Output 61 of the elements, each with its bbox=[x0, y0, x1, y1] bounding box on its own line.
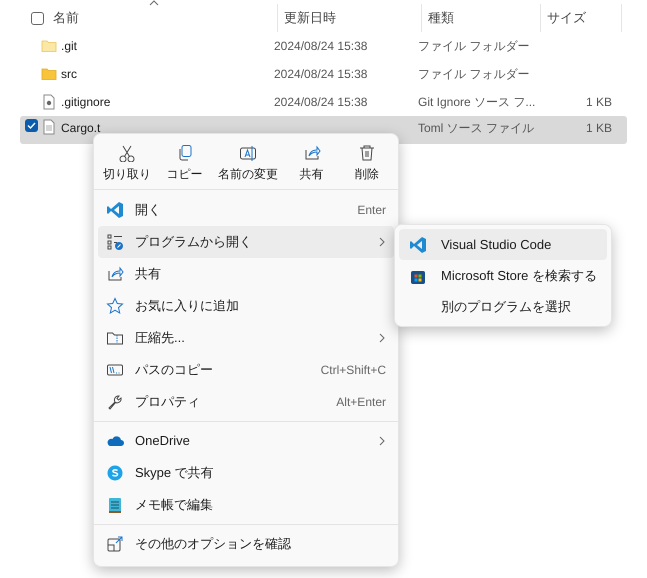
wrench-icon bbox=[106, 393, 124, 411]
file-row[interactable]: .git 2024/08/24 15:38 ファイル フォルダー bbox=[20, 32, 627, 60]
menu-item[interactable]: 開く Enter bbox=[98, 194, 394, 226]
toolbar-button[interactable]: 共有 bbox=[286, 144, 336, 183]
modified-date: 2024/08/24 15:38 bbox=[274, 66, 368, 83]
code-editor-icon bbox=[409, 236, 427, 254]
menu-item[interactable]: メモ帳で編集 bbox=[98, 489, 394, 521]
cut-icon bbox=[118, 144, 136, 162]
folder-icon bbox=[41, 38, 57, 54]
chat-bubble-icon bbox=[106, 464, 124, 482]
column-header[interactable]: 種類 bbox=[422, 4, 541, 32]
column-header[interactable]: 名前 bbox=[53, 4, 278, 32]
toolbar-button[interactable]: 名前の変更 bbox=[215, 144, 281, 183]
more-options-icon bbox=[106, 535, 124, 553]
file-size: 1 KB bbox=[584, 120, 612, 137]
folder-icon bbox=[41, 66, 57, 82]
shortcut-text: Alt+Enter bbox=[336, 394, 386, 411]
submenu-item[interactable]: 別のプログラムを選択 bbox=[399, 291, 607, 322]
submenu-item[interactable]: Visual Studio Code bbox=[399, 229, 607, 260]
file-type: ファイル フォルダー bbox=[418, 66, 530, 83]
modified-date: 2024/08/24 15:38 bbox=[274, 38, 368, 55]
menu-item[interactable]: プロパティ Alt+Enter bbox=[98, 386, 394, 418]
file-name: Cargo.t bbox=[60, 120, 102, 137]
file-name: src bbox=[60, 66, 78, 83]
document-icon bbox=[41, 119, 57, 135]
shortcut-text: Ctrl+Shift+C bbox=[320, 362, 386, 379]
file-type: Toml ソース ファイル bbox=[418, 120, 536, 137]
notepad-icon bbox=[106, 496, 124, 514]
menu-item[interactable]: 圧縮先... bbox=[98, 322, 394, 354]
file-name: .git bbox=[60, 38, 78, 55]
modified-date: 2024/08/24 15:38 bbox=[274, 94, 368, 111]
rename-icon bbox=[239, 144, 257, 162]
trash-icon bbox=[358, 144, 376, 162]
column-header[interactable]: 更新日時 bbox=[278, 4, 422, 32]
share-icon bbox=[106, 265, 124, 283]
menu-item[interactable]: お気に入りに追加 bbox=[98, 290, 394, 322]
file-row[interactable]: src 2024/08/24 15:38 ファイル フォルダー bbox=[20, 60, 627, 88]
toolbar-button[interactable]: コピー bbox=[160, 144, 210, 183]
toolbar-button[interactable]: 切り取り bbox=[100, 144, 154, 183]
file-name: .gitignore bbox=[60, 94, 112, 111]
shortcut-text: Enter bbox=[357, 202, 386, 219]
menu-item[interactable]: 共有 bbox=[98, 258, 394, 290]
code-editor-icon bbox=[106, 201, 124, 219]
menu-item[interactable]: Skype で共有 bbox=[98, 457, 394, 489]
row-checkbox[interactable] bbox=[25, 119, 38, 132]
file-row[interactable]: .gitignore 2024/08/24 15:38 Git Ignore ソース フ... 1 KB bbox=[20, 88, 627, 116]
toolbar-button[interactable]: 削除 bbox=[342, 144, 392, 183]
submenu-item[interactable]: Microsoft Store を検索する bbox=[399, 260, 607, 291]
menu-item[interactable]: パスのコピー Ctrl+Shift+C bbox=[98, 354, 394, 386]
menu-item[interactable]: プログラムから開く bbox=[98, 226, 394, 258]
select-all-checkbox[interactable] bbox=[31, 12, 44, 24]
file-size: 1 KB bbox=[584, 94, 612, 111]
menu-item[interactable]: その他のオプションを確認 bbox=[98, 528, 394, 560]
file-type: Git Ignore ソース フ... bbox=[418, 94, 536, 111]
column-header[interactable]: サイズ bbox=[541, 4, 622, 32]
share-icon bbox=[302, 144, 320, 162]
app-list-icon bbox=[106, 233, 124, 251]
menu-item[interactable]: OneDrive bbox=[98, 425, 394, 457]
star-icon bbox=[106, 297, 124, 315]
file-type: ファイル フォルダー bbox=[418, 38, 530, 55]
settings-file-icon bbox=[41, 94, 57, 110]
